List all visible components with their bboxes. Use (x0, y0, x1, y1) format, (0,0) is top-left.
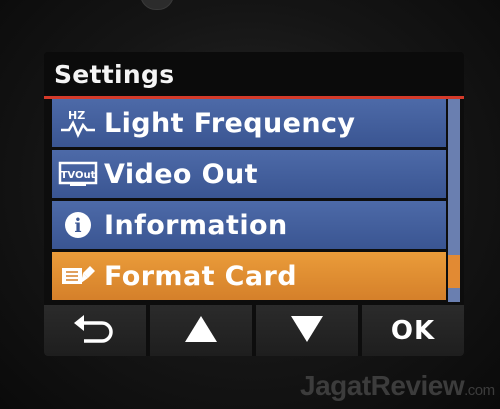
softkey-bar: OK (44, 305, 464, 356)
menu-item-light-frequency[interactable]: HZ Light Frequency (52, 99, 446, 147)
ok-button[interactable]: OK (362, 305, 464, 356)
back-button[interactable] (44, 305, 146, 356)
watermark-suffix: .com (464, 382, 495, 399)
watermark-brand: JagatReview (300, 370, 465, 401)
format-card-icon (52, 252, 104, 300)
settings-menu: HZ Light Frequency TVOut Video Out i Inf… (52, 99, 446, 302)
page-title: Settings (54, 60, 175, 89)
menu-item-label: Information (104, 209, 288, 241)
menu-scrollbar[interactable] (448, 99, 460, 302)
up-triangle-icon (183, 314, 219, 348)
watermark-logo: JagatReview.com (300, 370, 495, 402)
menu-item-label: Light Frequency (104, 107, 356, 139)
scrollbar-thumb[interactable] (448, 255, 460, 288)
down-button[interactable] (256, 305, 358, 356)
title-bar: Settings (44, 52, 464, 99)
down-triangle-icon (289, 314, 325, 348)
menu-item-label: Video Out (104, 158, 258, 190)
hz-wave-icon: HZ (52, 99, 104, 147)
hz-icon-text: HZ (68, 109, 85, 122)
menu-item-label: Format Card (104, 260, 297, 292)
menu-item-format-card[interactable]: Format Card (52, 252, 446, 300)
menu-item-video-out[interactable]: TVOut Video Out (52, 150, 446, 198)
info-icon-text: i (74, 215, 81, 237)
camera-screen: Settings HZ Light Frequency TVOut Video … (44, 52, 464, 356)
tv-out-icon-text: TVOut (61, 170, 96, 181)
info-icon: i (52, 201, 104, 249)
ok-button-label: OK (390, 315, 436, 346)
menu-item-information[interactable]: i Information (52, 201, 446, 249)
back-arrow-icon (72, 314, 118, 348)
up-button[interactable] (150, 305, 252, 356)
tv-out-icon: TVOut (52, 150, 104, 198)
